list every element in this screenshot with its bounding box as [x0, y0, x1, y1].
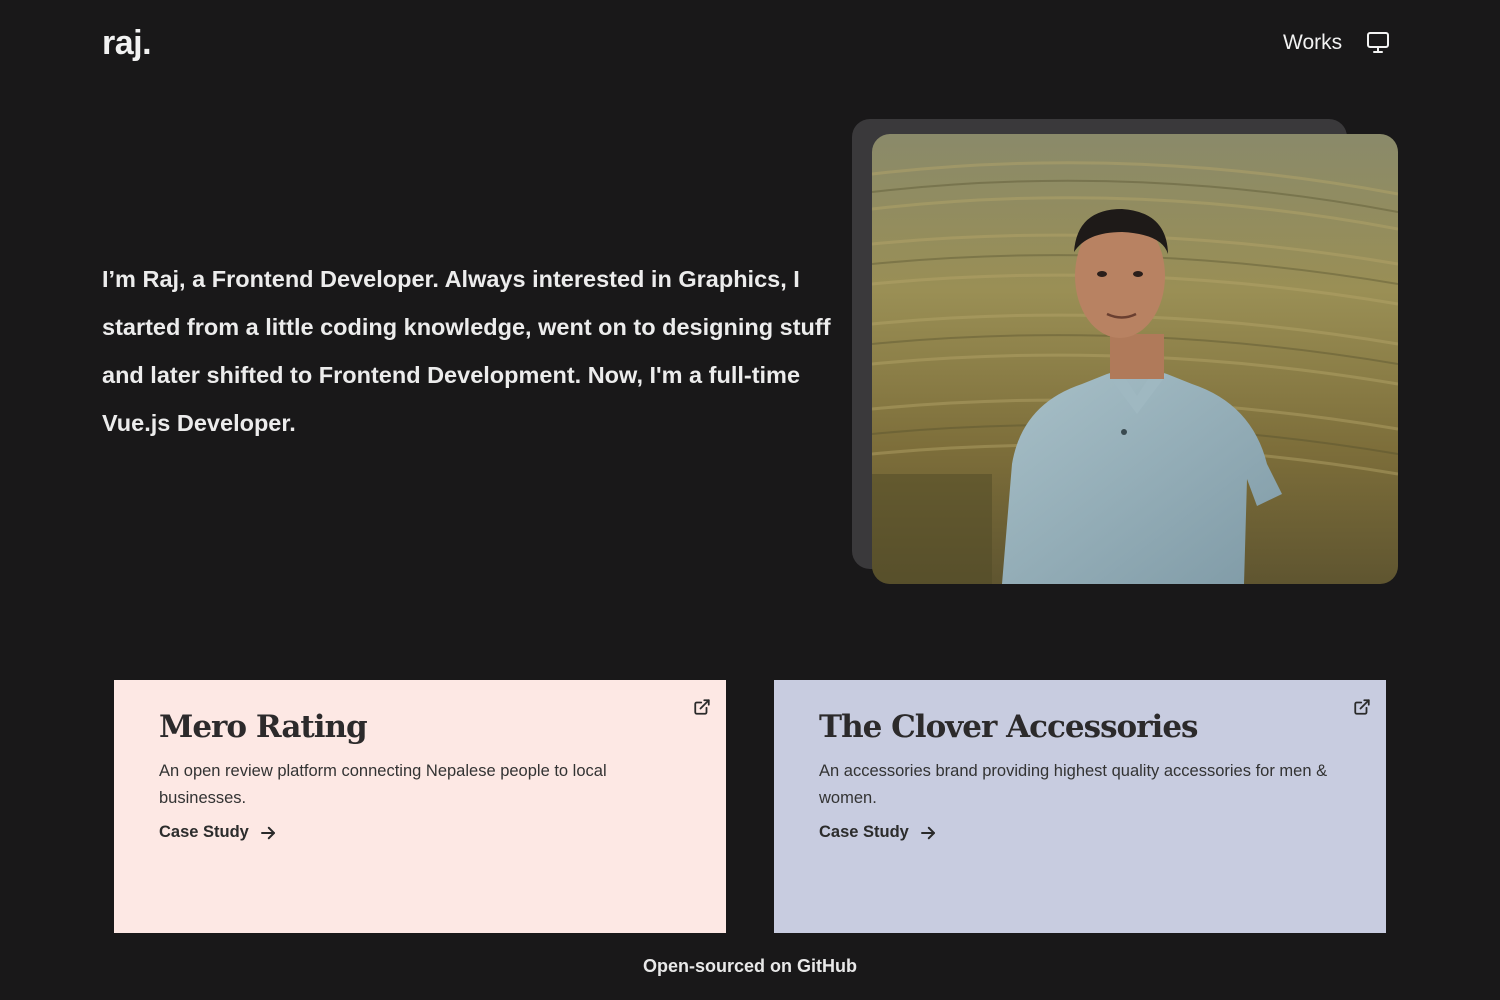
case-study-label: Case Study — [159, 823, 249, 841]
site-header: raj. Works — [0, 0, 1500, 90]
logo-link[interactable]: raj. — [102, 24, 152, 63]
arrow-right-icon — [260, 826, 275, 839]
case-study-link[interactable]: Case Study — [159, 823, 277, 842]
case-study-link[interactable]: Case Study — [819, 823, 937, 842]
work-card-title: Mero Rating — [159, 709, 368, 745]
arrow-right-icon — [920, 826, 935, 839]
hero-intro-text: I’m Raj, a Frontend Developer. Always in… — [102, 266, 831, 436]
nav-works-link[interactable]: Works — [1283, 31, 1342, 55]
work-card-mero-rating[interactable]: Mero Rating An open review platform conn… — [114, 680, 726, 933]
case-study-label: Case Study — [819, 823, 909, 841]
theme-toggle-button[interactable] — [1366, 31, 1390, 55]
monitor-icon — [1367, 32, 1389, 53]
work-card-clover-accessories[interactable]: The Clover Accessories An accessories br… — [774, 680, 1386, 933]
external-link-icon[interactable] — [1353, 698, 1371, 716]
external-link-icon[interactable] — [693, 698, 711, 716]
work-card-description: An open review platform connecting Nepal… — [159, 762, 607, 807]
github-source-link[interactable]: Open-sourced on GitHub — [0, 956, 1500, 977]
profile-photo — [872, 134, 1398, 584]
work-card-description: An accessories brand providing highest q… — [819, 762, 1328, 807]
work-card-title: The Clover Accessories — [819, 709, 1199, 745]
